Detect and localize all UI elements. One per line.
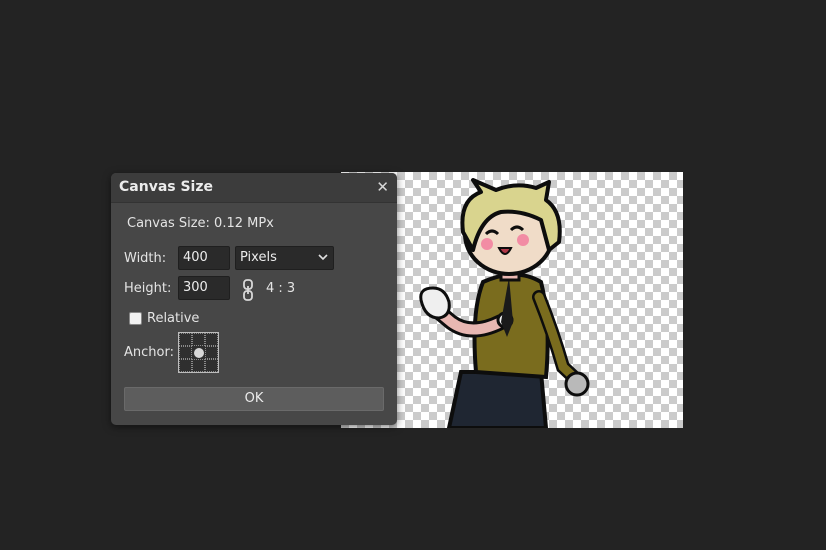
dialog-titlebar[interactable]: Canvas Size ✕ — [111, 173, 397, 203]
ok-button[interactable]: OK — [124, 387, 384, 411]
anchor-grid[interactable] — [178, 332, 219, 373]
chain-link-icon[interactable] — [242, 279, 254, 301]
anchor-center-point[interactable] — [194, 348, 204, 358]
height-input[interactable]: 300 — [178, 276, 230, 300]
anchor-label: Anchor: — [124, 345, 174, 360]
width-label: Width: — [124, 251, 167, 266]
chevron-down-icon — [318, 254, 328, 261]
height-label: Height: — [124, 281, 172, 296]
canvas-size-dialog: Canvas Size ✕ Canvas Size: 0.12 MPx Widt… — [111, 173, 397, 425]
unit-select-value: Pixels — [240, 250, 277, 265]
relative-checkbox[interactable] — [129, 312, 142, 325]
close-icon[interactable]: ✕ — [376, 178, 389, 196]
relative-label: Relative — [147, 311, 200, 326]
dialog-title: Canvas Size — [119, 179, 213, 195]
width-input[interactable]: 400 — [178, 246, 230, 270]
unit-select[interactable]: Pixels — [235, 246, 334, 270]
aspect-ratio: 4 : 3 — [266, 281, 296, 296]
canvas-size-info: Canvas Size: 0.12 MPx — [127, 216, 274, 231]
